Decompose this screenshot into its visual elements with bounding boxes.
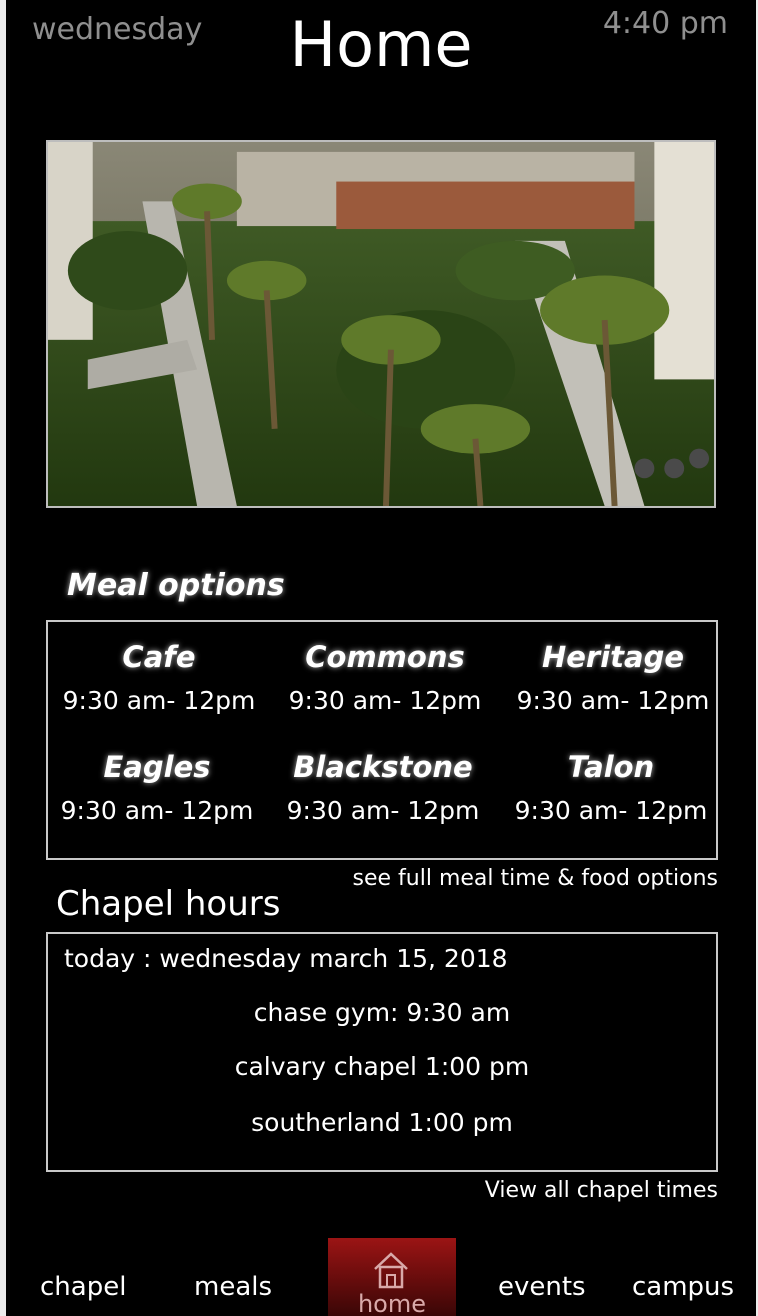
tab-chapel[interactable]: chapel [40, 1272, 126, 1302]
meal-name: Blackstone [293, 750, 473, 784]
meal-options-panel: Cafe 9:30 am- 12pm Commons 9:30 am- 12pm… [46, 620, 718, 860]
meal-name: Heritage [541, 640, 685, 674]
meal-hours: 9:30 am- 12pm [514, 796, 708, 825]
campus-photo [46, 140, 716, 508]
meal-item-heritage[interactable]: Heritage 9:30 am- 12pm [498, 640, 728, 715]
meal-item-blackstone[interactable]: Blackstone 9:30 am- 12pm [268, 750, 498, 825]
app-screen: wednesday Home 4:40 pm Meal options Cafe… [6, 0, 756, 1316]
view-all-chapel-times-link[interactable]: View all chapel times [485, 1178, 718, 1203]
tab-home-label: home [357, 1290, 427, 1316]
meal-hours: 9:30 am- 12pm [516, 686, 710, 715]
meal-options-heading: Meal options [67, 568, 285, 603]
chapel-hours-panel: today : wednesday march 15, 2018 chase g… [46, 932, 718, 1172]
meal-hours: 9:30 am- 12pm [286, 796, 480, 825]
home-icon [374, 1252, 408, 1289]
chapel-entry: calvary chapel 1:00 pm [234, 1052, 530, 1081]
meal-hours: 9:30 am- 12pm [288, 686, 482, 715]
meal-item-eagles[interactable]: Eagles 9:30 am- 12pm [42, 750, 272, 825]
clock-label: 4:40 pm [602, 6, 728, 41]
meal-hours: 9:30 am- 12pm [60, 796, 254, 825]
tab-campus[interactable]: campus [632, 1272, 734, 1302]
meal-name: Talon [567, 750, 655, 784]
campus-photo-image [48, 142, 714, 506]
chapel-hours-heading: Chapel hours [56, 884, 281, 924]
tab-events[interactable]: events [498, 1272, 586, 1302]
meal-item-talon[interactable]: Talon 9:30 am- 12pm [496, 750, 726, 825]
meal-hours: 9:30 am- 12pm [62, 686, 256, 715]
meal-name: Cafe [122, 640, 196, 674]
chapel-today-date: today : wednesday march 15, 2018 [64, 944, 508, 973]
meal-item-cafe[interactable]: Cafe 9:30 am- 12pm [44, 640, 274, 715]
meal-name: Eagles [103, 750, 211, 784]
tab-home[interactable]: home [328, 1238, 456, 1316]
chapel-entry: chase gym: 9:30 am [253, 998, 511, 1027]
tab-meals[interactable]: meals [194, 1272, 272, 1302]
chapel-entry: southerland 1:00 pm [251, 1108, 513, 1137]
full-meal-options-link[interactable]: see full meal time & food options [353, 866, 718, 891]
meal-item-commons[interactable]: Commons 9:30 am- 12pm [270, 640, 500, 715]
meal-name: Commons [305, 640, 465, 674]
